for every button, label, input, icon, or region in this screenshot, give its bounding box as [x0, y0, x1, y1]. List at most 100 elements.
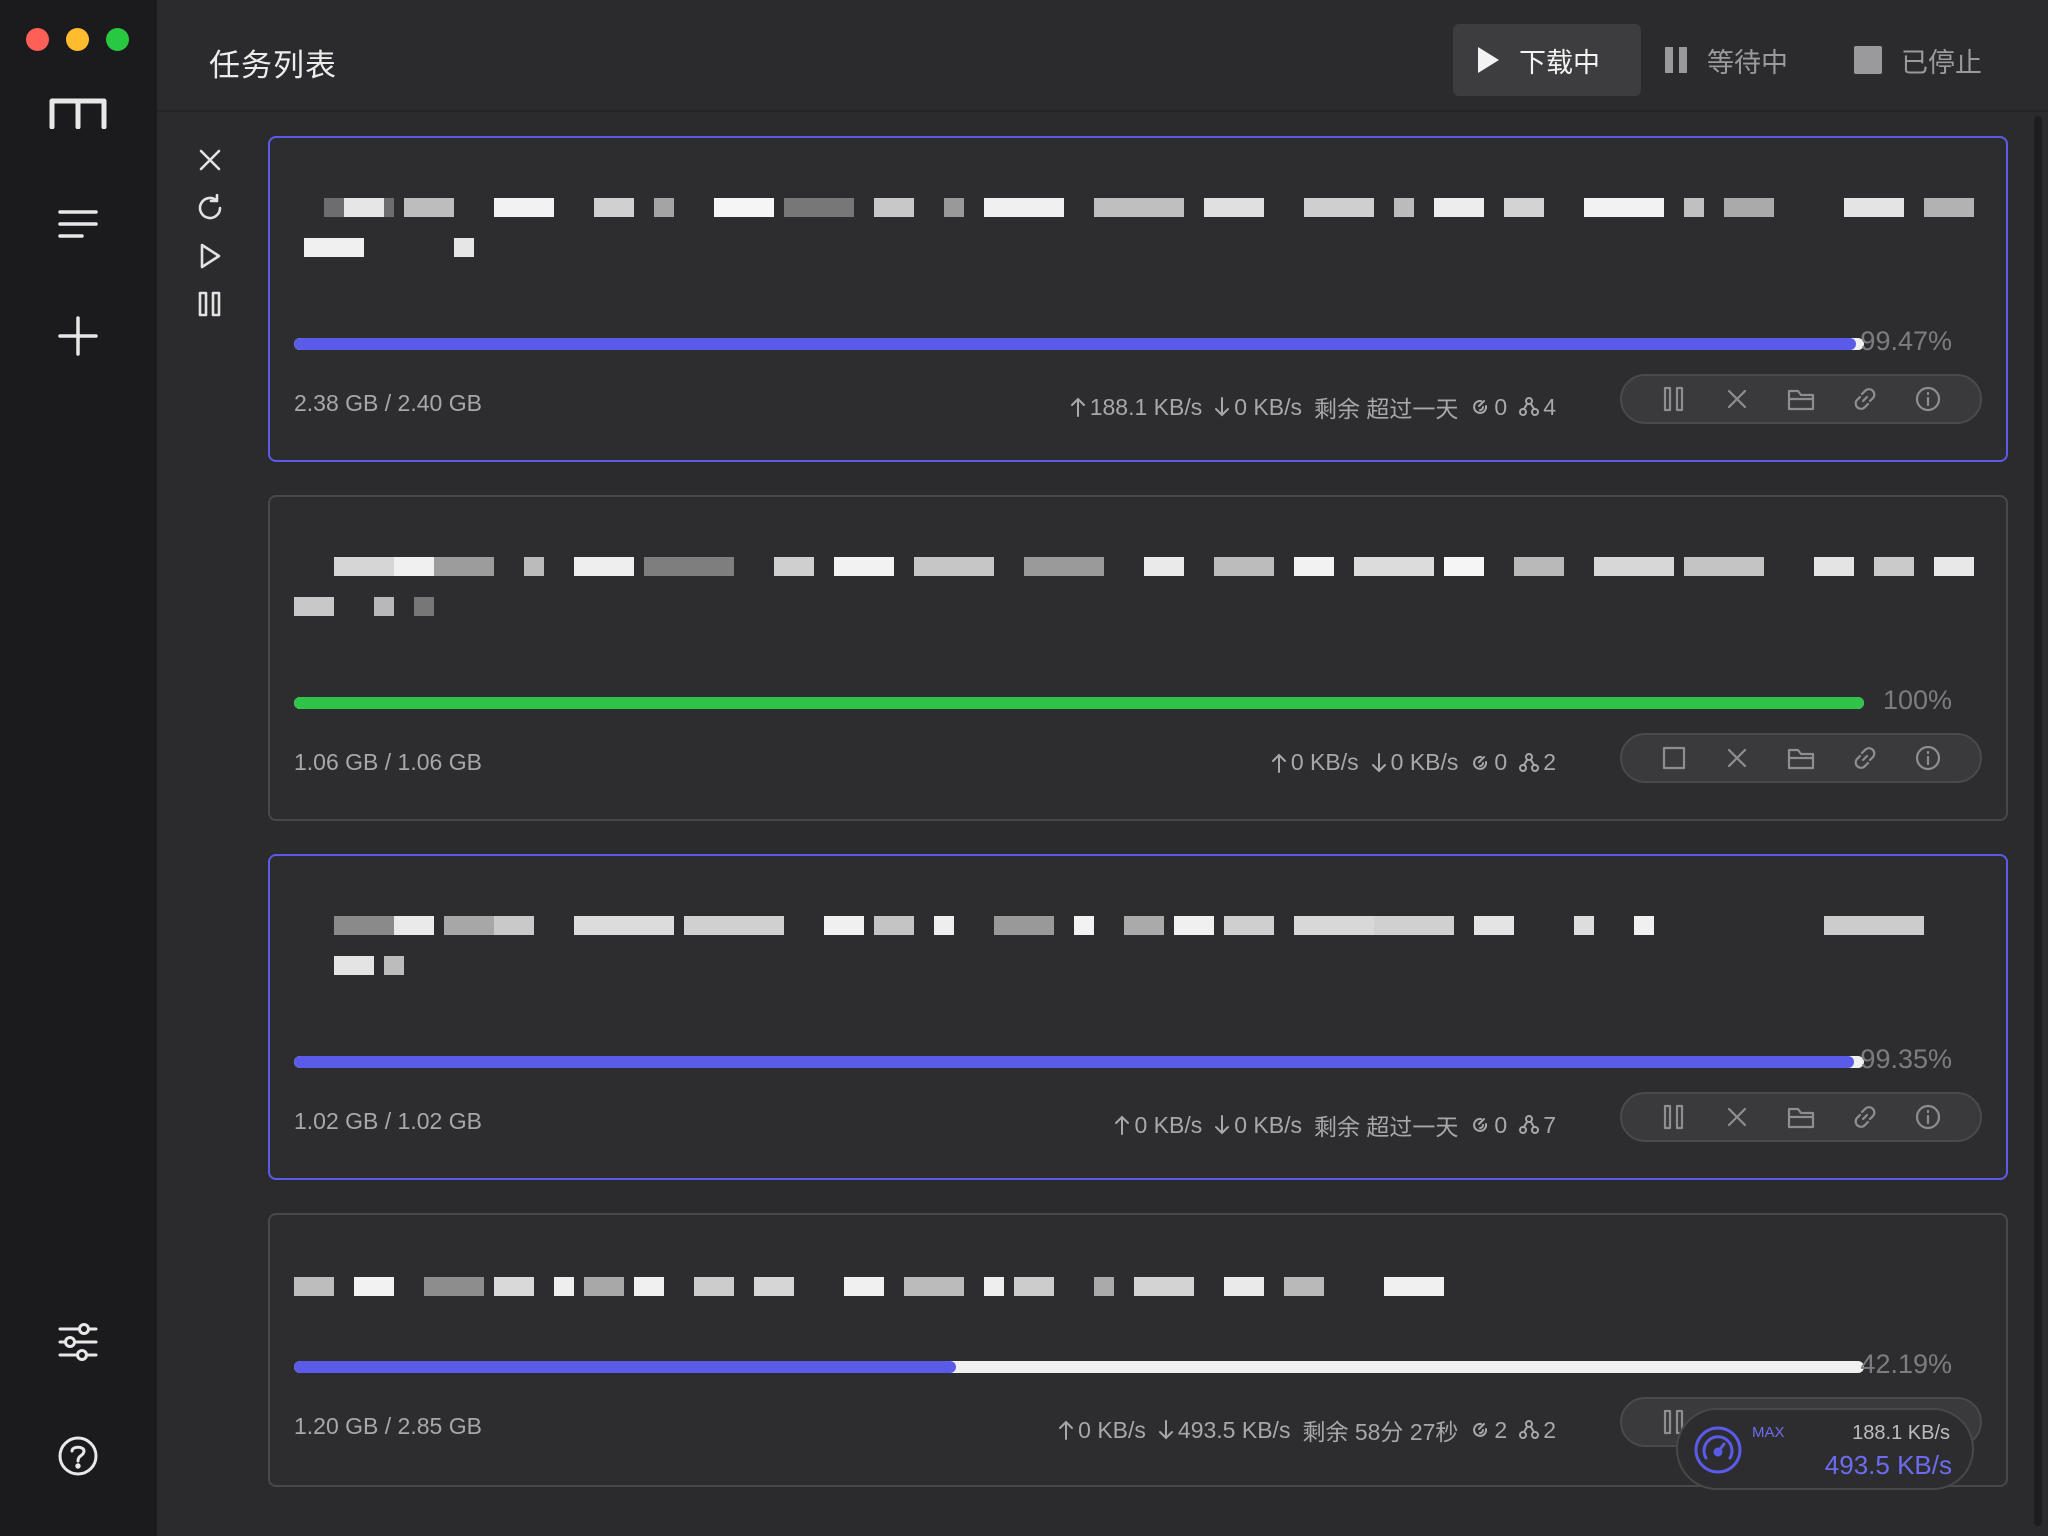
task-name-redacted — [294, 537, 1984, 627]
upload-speed: 0 KB/s — [1290, 749, 1359, 775]
connections-icon — [1473, 1422, 1488, 1437]
connections-count: 0 — [1494, 393, 1508, 420]
connections-icon — [1473, 755, 1488, 770]
task-actions — [1620, 1092, 1982, 1142]
header-bar: 任务列表 下载中 等待中 已停止 — [157, 0, 2048, 112]
stop-icon — [1853, 45, 1883, 75]
folder-icon[interactable] — [1781, 379, 1821, 419]
link-icon[interactable] — [1845, 1097, 1885, 1137]
preferences-icon[interactable] — [38, 1302, 118, 1382]
clear-icon[interactable] — [190, 140, 230, 180]
resume-all-icon[interactable] — [190, 236, 230, 276]
progress-fill — [294, 697, 1864, 709]
peers-icon — [1519, 752, 1540, 772]
sidebar — [0, 0, 157, 1536]
info-icon[interactable] — [1908, 379, 1948, 419]
task-size: 1.02 GB / 1.02 GB — [294, 1108, 482, 1134]
page-title: 任务列表 — [209, 48, 337, 83]
help-icon[interactable] — [38, 1416, 118, 1496]
peers-count: 2 — [1543, 749, 1556, 775]
filter-waiting-label: 等待中 — [1707, 47, 1788, 78]
upload-speed: 0 KB/s — [1134, 1111, 1203, 1138]
delete-icon[interactable] — [1717, 1097, 1757, 1137]
link-icon[interactable] — [1845, 379, 1885, 419]
window-minimize-button[interactable] — [66, 28, 89, 51]
progress-bar — [294, 1361, 1864, 1373]
peers-count: 4 — [1543, 393, 1556, 420]
delete-icon[interactable] — [1717, 379, 1757, 419]
connections-count: 2 — [1494, 1416, 1508, 1443]
upload-arrow-icon — [1271, 753, 1286, 773]
task-size: 2.38 GB / 2.40 GB — [294, 390, 482, 416]
upload-arrow-icon — [1115, 1115, 1130, 1135]
peers-count: 2 — [1543, 1416, 1556, 1443]
download-arrow-icon — [1158, 1420, 1173, 1440]
upload-arrow-icon — [1059, 1420, 1074, 1440]
delete-icon[interactable] — [1717, 738, 1757, 778]
speedometer[interactable]: MAX 188.1 KB/s 493.5 KB/s — [1676, 1408, 1974, 1490]
total-upload-speed: 188.1 KB/s — [1852, 1422, 1950, 1444]
task-actions — [1620, 733, 1982, 783]
peers-icon — [1519, 1115, 1540, 1134]
filter-stopped[interactable]: 已停止 — [1853, 24, 2003, 96]
total-download-speed: 493.5 KB/s — [1824, 1450, 1952, 1480]
task-card[interactable]: 99.35% 1.02 GB / 1.02 GB 0 KB/s 0 KB/s 剩… — [268, 854, 2008, 1180]
download-speed: 0 KB/s — [1390, 749, 1459, 775]
progress-percent: 42.19% — [1860, 1349, 1952, 1379]
remaining-time: 剩余 超过一天 — [1314, 396, 1459, 422]
link-icon[interactable] — [1845, 738, 1885, 778]
peers-icon — [1519, 397, 1540, 416]
add-icon[interactable] — [38, 296, 118, 376]
scrollbar-thumb[interactable] — [2034, 116, 2042, 1526]
task-size: 1.20 GB / 2.85 GB — [294, 1413, 482, 1439]
progress-bar — [294, 1056, 1864, 1068]
task-name-redacted — [294, 178, 1984, 268]
speedometer-icon — [1692, 1424, 1744, 1476]
progress-percent: 99.47% — [1860, 326, 1952, 356]
task-stats: 0 KB/s 0 KB/s 剩余 超过一天 0 7 — [1114, 1108, 1556, 1142]
filter-downloading-label: 下载中 — [1519, 47, 1600, 78]
task-name-redacted — [294, 1255, 1984, 1345]
connections-count: 0 — [1494, 749, 1508, 775]
pause-icon[interactable] — [1654, 1097, 1694, 1137]
task-stats: 188.1 KB/s 0 KB/s 剩余 超过一天 0 4 — [1070, 390, 1556, 424]
menu-icon[interactable] — [38, 184, 118, 264]
download-arrow-icon — [1215, 1115, 1230, 1135]
folder-icon[interactable] — [1781, 738, 1821, 778]
pause-icon — [1663, 45, 1689, 75]
window-close-button[interactable] — [26, 28, 49, 51]
remaining-time: 剩余 58分 27秒 — [1302, 1419, 1459, 1445]
progress-percent: 100% — [1882, 685, 1952, 715]
download-arrow-icon — [1371, 752, 1386, 772]
connections-icon — [1473, 399, 1488, 414]
logo-icon — [38, 72, 118, 152]
connections-icon — [1473, 1117, 1488, 1132]
progress-fill — [294, 1361, 957, 1373]
task-name-redacted — [294, 896, 1984, 986]
task-stats: 0 KB/s 493.5 KB/s 剩余 58分 27秒 2 2 — [1058, 1413, 1556, 1447]
remaining-time: 剩余 超过一天 — [1314, 1114, 1459, 1140]
window-zoom-button[interactable] — [106, 28, 129, 51]
connections-count: 0 — [1494, 1111, 1508, 1138]
filter-waiting[interactable]: 等待中 — [1663, 24, 1803, 96]
peers-icon — [1519, 1420, 1540, 1439]
filter-downloading[interactable]: 下载中 — [1453, 24, 1641, 96]
stop-icon[interactable] — [1654, 738, 1694, 778]
upload-speed: 188.1 KB/s — [1089, 393, 1203, 420]
download-speed: 493.5 KB/s — [1177, 1416, 1291, 1443]
progress-bar — [294, 697, 1864, 709]
progress-percent: 99.35% — [1860, 1044, 1952, 1074]
pause-icon[interactable] — [1654, 379, 1694, 419]
play-icon — [1475, 45, 1501, 75]
folder-icon[interactable] — [1781, 1097, 1821, 1137]
filter-stopped-label: 已停止 — [1901, 47, 1982, 78]
progress-fill — [294, 1056, 1854, 1068]
task-card[interactable]: 99.47% 2.38 GB / 2.40 GB 188.1 KB/s 0 KB… — [268, 136, 2008, 462]
info-icon[interactable] — [1908, 738, 1948, 778]
refresh-icon[interactable] — [190, 188, 230, 228]
pause-all-icon[interactable] — [190, 284, 230, 324]
download-speed: 0 KB/s — [1234, 393, 1303, 420]
task-card[interactable]: 100% 1.06 GB / 1.06 GB 0 KB/s 0 KB/s 0 2 — [268, 495, 2008, 821]
progress-bar — [294, 338, 1864, 350]
info-icon[interactable] — [1908, 1097, 1948, 1137]
